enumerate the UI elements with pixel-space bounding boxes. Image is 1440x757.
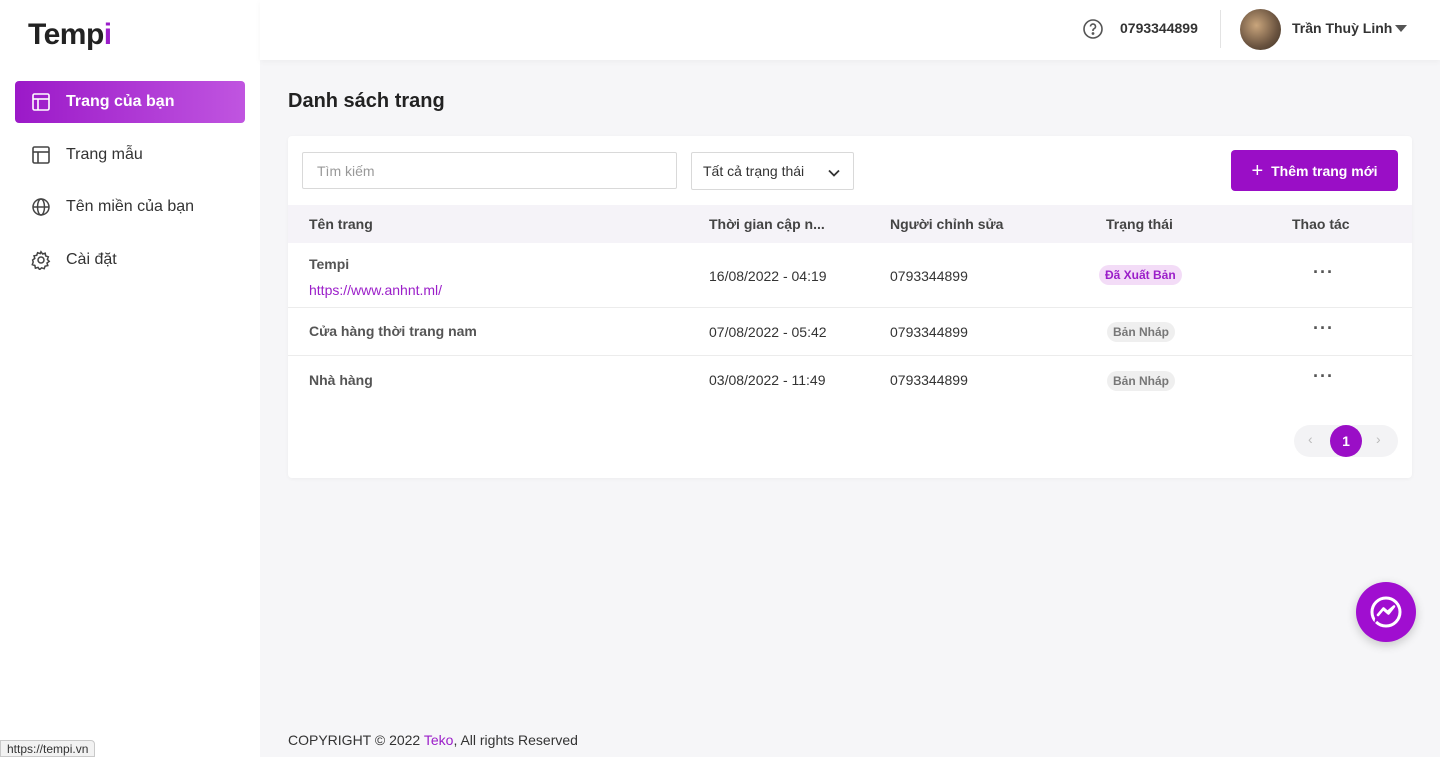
next-page-icon[interactable]: ›	[1376, 431, 1381, 447]
column-header-name[interactable]: Tên trang	[309, 216, 373, 232]
sidebar-item-settings[interactable]: Cài đặt	[15, 239, 245, 281]
page-name[interactable]: Tempi	[309, 256, 349, 272]
chevron-down-icon	[828, 169, 840, 177]
status-badge: Bản Nháp	[1107, 371, 1176, 391]
add-page-label: Thêm trang mới	[1271, 162, 1378, 179]
table-row[interactable]: Cửa hàng thời trang nam 07/08/2022 - 05:…	[288, 308, 1412, 356]
column-header-updated[interactable]: Thời gian cập n...	[709, 216, 825, 232]
page-title: Danh sách trang	[288, 90, 445, 112]
page-updated-time: 03/08/2022 - 11:49	[709, 372, 826, 388]
sidebar-item-templates[interactable]: Trang mẫu	[15, 134, 245, 176]
messenger-icon	[1370, 596, 1402, 628]
help-icon[interactable]	[1082, 18, 1104, 40]
more-actions-icon[interactable]: ···	[1313, 318, 1334, 339]
top-header: 0793344899 Trần Thuỳ Linh	[260, 0, 1440, 60]
sidebar: Tempi Trang của bạn Trang mẫu Tên miền c…	[0, 0, 260, 757]
page-name[interactable]: Cửa hàng thời trang nam	[309, 323, 477, 339]
page-name[interactable]: Nhà hàng	[309, 372, 373, 388]
footer-rights: , All rights Reserved	[453, 732, 578, 748]
table-row[interactable]: Tempi https://www.anhnt.ml/ 16/08/2022 -…	[288, 243, 1412, 308]
status-badge: Đã Xuất Bản	[1099, 265, 1182, 285]
footer-copyright: COPYRIGHT © 2022	[288, 732, 424, 748]
status-badge: Bản Nháp	[1107, 322, 1176, 342]
table-header: Tên trang Thời gian cập n... Người chỉnh…	[288, 205, 1412, 243]
plus-icon: +	[1251, 159, 1264, 182]
globe-icon	[32, 198, 50, 216]
messenger-chat-button[interactable]	[1356, 582, 1416, 642]
sidebar-item-label: Tên miền của bạn	[66, 198, 195, 215]
pages-card: Tất cả trạng thái + Thêm trang mới Tên t…	[288, 136, 1412, 478]
sidebar-item-your-pages[interactable]: Trang của bạn	[15, 81, 245, 123]
avatar[interactable]	[1240, 9, 1281, 50]
sidebar-item-label: Trang của bạn	[66, 93, 175, 110]
add-page-button[interactable]: + Thêm trang mới	[1231, 150, 1398, 191]
page-editor: 0793344899	[890, 324, 968, 340]
user-name[interactable]: Trần Thuỳ Linh	[1292, 20, 1392, 36]
status-filter-value: Tất cả trạng thái	[703, 163, 805, 179]
column-header-status[interactable]: Trạng thái	[1106, 216, 1173, 232]
prev-page-icon[interactable]: ‹	[1308, 431, 1313, 447]
page-editor: 0793344899	[890, 372, 968, 388]
footer-brand-link[interactable]: Teko	[424, 732, 454, 748]
page-number-button[interactable]: 1	[1330, 425, 1362, 457]
search-input[interactable]	[302, 152, 677, 189]
more-actions-icon[interactable]: ···	[1313, 262, 1334, 283]
sidebar-item-domains[interactable]: Tên miền của bạn	[15, 186, 245, 228]
sidebar-nav: Trang của bạn Trang mẫu Tên miền của bạn…	[15, 81, 245, 291]
pagination: ‹ 1 ›	[1294, 425, 1398, 457]
page-url-link[interactable]: https://www.anhnt.ml/	[309, 282, 442, 298]
app-logo[interactable]: Tempi	[28, 18, 112, 52]
caret-down-icon[interactable]	[1395, 25, 1407, 32]
gear-icon	[31, 249, 51, 270]
sidebar-item-label: Cài đặt	[66, 250, 117, 268]
status-filter-select[interactable]: Tất cả trạng thái	[691, 152, 854, 190]
browser-status-url: https://tempi.vn	[0, 740, 96, 757]
footer: COPYRIGHT © 2022 Teko, All rights Reserv…	[288, 732, 578, 748]
column-header-actions: Thao tác	[1292, 216, 1350, 232]
page-updated-time: 07/08/2022 - 05:42	[709, 324, 827, 340]
layout-icon	[32, 93, 50, 111]
page-updated-time: 16/08/2022 - 04:19	[709, 268, 827, 284]
column-header-editor[interactable]: Người chỉnh sửa	[890, 216, 1003, 232]
sidebar-item-label: Trang mẫu	[66, 145, 143, 163]
layout-icon	[32, 145, 50, 164]
header-phone: 0793344899	[1120, 20, 1198, 36]
more-actions-icon[interactable]: ···	[1313, 366, 1334, 387]
header-divider	[1220, 10, 1221, 48]
table-row[interactable]: Nhà hàng 03/08/2022 - 11:49 0793344899 B…	[288, 356, 1412, 404]
page-editor: 0793344899	[890, 268, 968, 284]
